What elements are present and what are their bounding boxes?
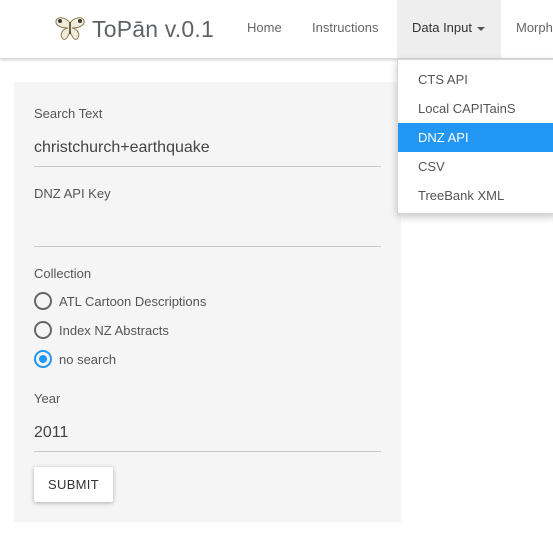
year-underline: [34, 451, 381, 452]
radio-button-checked[interactable]: [34, 350, 52, 368]
dropdown-item-cts-api[interactable]: CTS API: [398, 65, 553, 94]
nav-home[interactable]: Home: [247, 0, 282, 58]
dropdown-item-treebank-xml[interactable]: TreeBank XML: [398, 181, 553, 210]
search-text-underline: [34, 166, 381, 167]
radio-button[interactable]: [34, 292, 52, 310]
search-form-panel: Search Text christchurch+earthquake DNZ …: [14, 82, 401, 522]
nav-data-input-label: Data Input: [412, 20, 472, 35]
radio-label: Index NZ Abstracts: [59, 322, 169, 338]
radio-button[interactable]: [34, 321, 52, 339]
nav-morph[interactable]: Morph: [516, 0, 553, 58]
radio-index-nz[interactable]: Index NZ Abstracts: [34, 320, 169, 340]
radio-label: no search: [59, 351, 117, 367]
nav-data-input[interactable]: Data Input: [397, 0, 501, 58]
dropdown-item-dnz-api[interactable]: DNZ API: [398, 123, 553, 152]
api-key-underline: [34, 246, 381, 247]
data-input-dropdown: CTS API Local CAPITainS DNZ API CSV Tree…: [397, 59, 553, 214]
search-text-input[interactable]: christchurch+earthquake: [34, 139, 210, 157]
search-text-label: Search Text: [34, 106, 103, 121]
butterfly-icon: [55, 17, 85, 40]
caret-down-icon: [477, 26, 485, 31]
radio-atl-cartoon[interactable]: ATL Cartoon Descriptions: [34, 291, 206, 311]
year-input[interactable]: 2011: [34, 424, 68, 442]
dropdown-item-csv[interactable]: CSV: [398, 152, 553, 181]
submit-button[interactable]: SUBMIT: [34, 467, 113, 502]
nav-instructions[interactable]: Instructions: [312, 0, 378, 58]
api-key-label: DNZ API Key: [34, 186, 111, 201]
brand[interactable]: ToPān v.0.1: [54, 12, 214, 46]
year-label: Year: [34, 391, 61, 406]
api-key-input[interactable]: [34, 219, 381, 239]
radio-no-search[interactable]: no search: [34, 349, 116, 369]
brand-title: ToPān v.0.1: [92, 15, 214, 42]
radio-label: ATL Cartoon Descriptions: [59, 293, 207, 309]
dropdown-item-local-capitains[interactable]: Local CAPITainS: [398, 94, 553, 123]
navbar: ToPān v.0.1 Home Instructions Data Input…: [0, 0, 553, 59]
collection-label: Collection: [34, 266, 92, 281]
